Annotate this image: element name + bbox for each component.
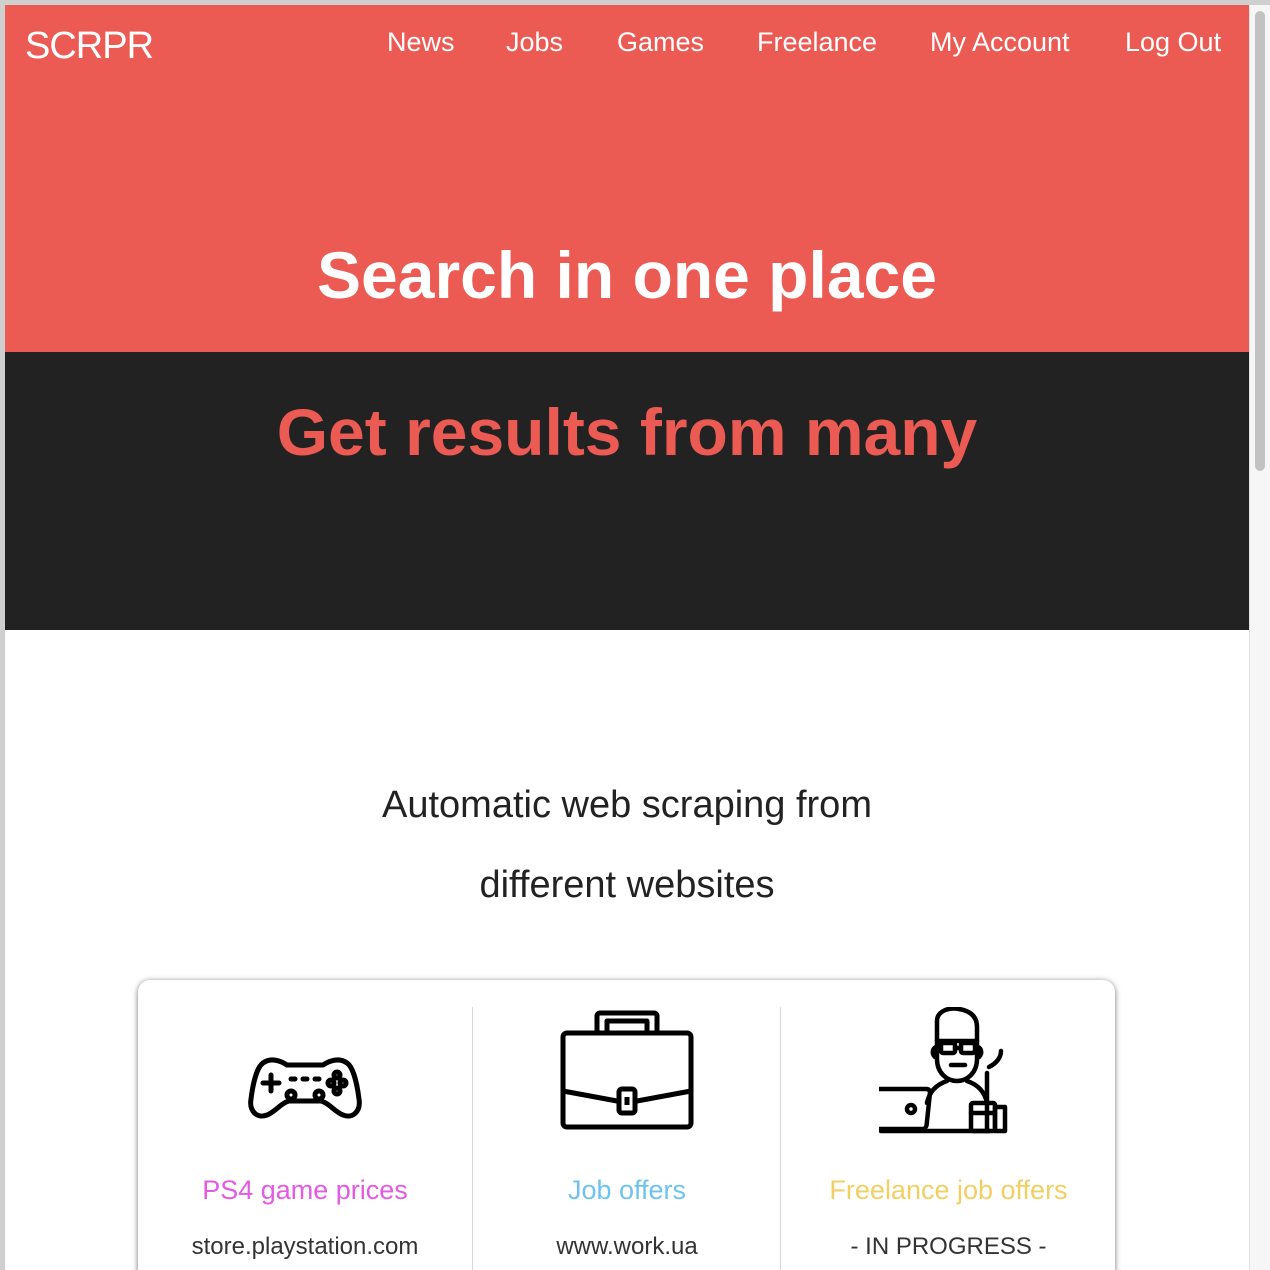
scrollbar-thumb[interactable]	[1255, 11, 1265, 471]
nav-link-my-account[interactable]: My Account	[930, 27, 1070, 58]
nav-link-jobs[interactable]: Jobs	[506, 27, 563, 58]
page-scrollbar[interactable]	[1249, 5, 1270, 1270]
card-source: www.work.ua	[556, 1233, 698, 1260]
card-title: Freelance job offers	[829, 1175, 1068, 1205]
intro-line-1: Automatic web scraping from	[382, 784, 872, 826]
intro-line-2: different websites	[479, 864, 775, 906]
nav-link-games[interactable]: Games	[617, 27, 704, 58]
card-title: Job offers	[567, 1175, 687, 1205]
gamepad-icon	[138, 1007, 472, 1147]
freelancer-icon	[781, 1007, 1116, 1147]
intro-text: Automatic web scraping from different we…	[5, 765, 1249, 925]
nav-link-freelance[interactable]: Freelance	[757, 27, 877, 58]
nav-link-news[interactable]: News	[387, 27, 455, 58]
hero-title: Search in one place	[317, 238, 937, 312]
main-nav: News Jobs Games Freelance My Account Log…	[5, 27, 1249, 67]
briefcase-icon	[473, 1007, 781, 1147]
hero-subtitle: Get results from many	[276, 395, 978, 469]
page: SCRPR News Jobs Games Freelance My Accou…	[5, 5, 1249, 1270]
card-job-offers[interactable]: Job offers www.work.ua	[472, 1007, 781, 1270]
card-source: store.playstation.com	[191, 1233, 419, 1260]
nav-link-log-out[interactable]: Log Out	[1125, 27, 1221, 58]
card-title: PS4 game prices	[202, 1175, 408, 1205]
hero-header: SCRPR News Jobs Games Freelance My Accou…	[5, 5, 1249, 352]
feature-cards: PS4 game prices store.playstation.com Jo…	[138, 980, 1115, 1270]
card-ps4-games[interactable]: PS4 game prices store.playstation.com	[138, 1007, 472, 1270]
card-freelance[interactable]: Freelance job offers - IN PROGRESS -	[780, 1007, 1116, 1270]
card-status: - IN PROGRESS -	[850, 1233, 1047, 1260]
hero-subtitle-band: Get results from many	[5, 352, 1249, 630]
